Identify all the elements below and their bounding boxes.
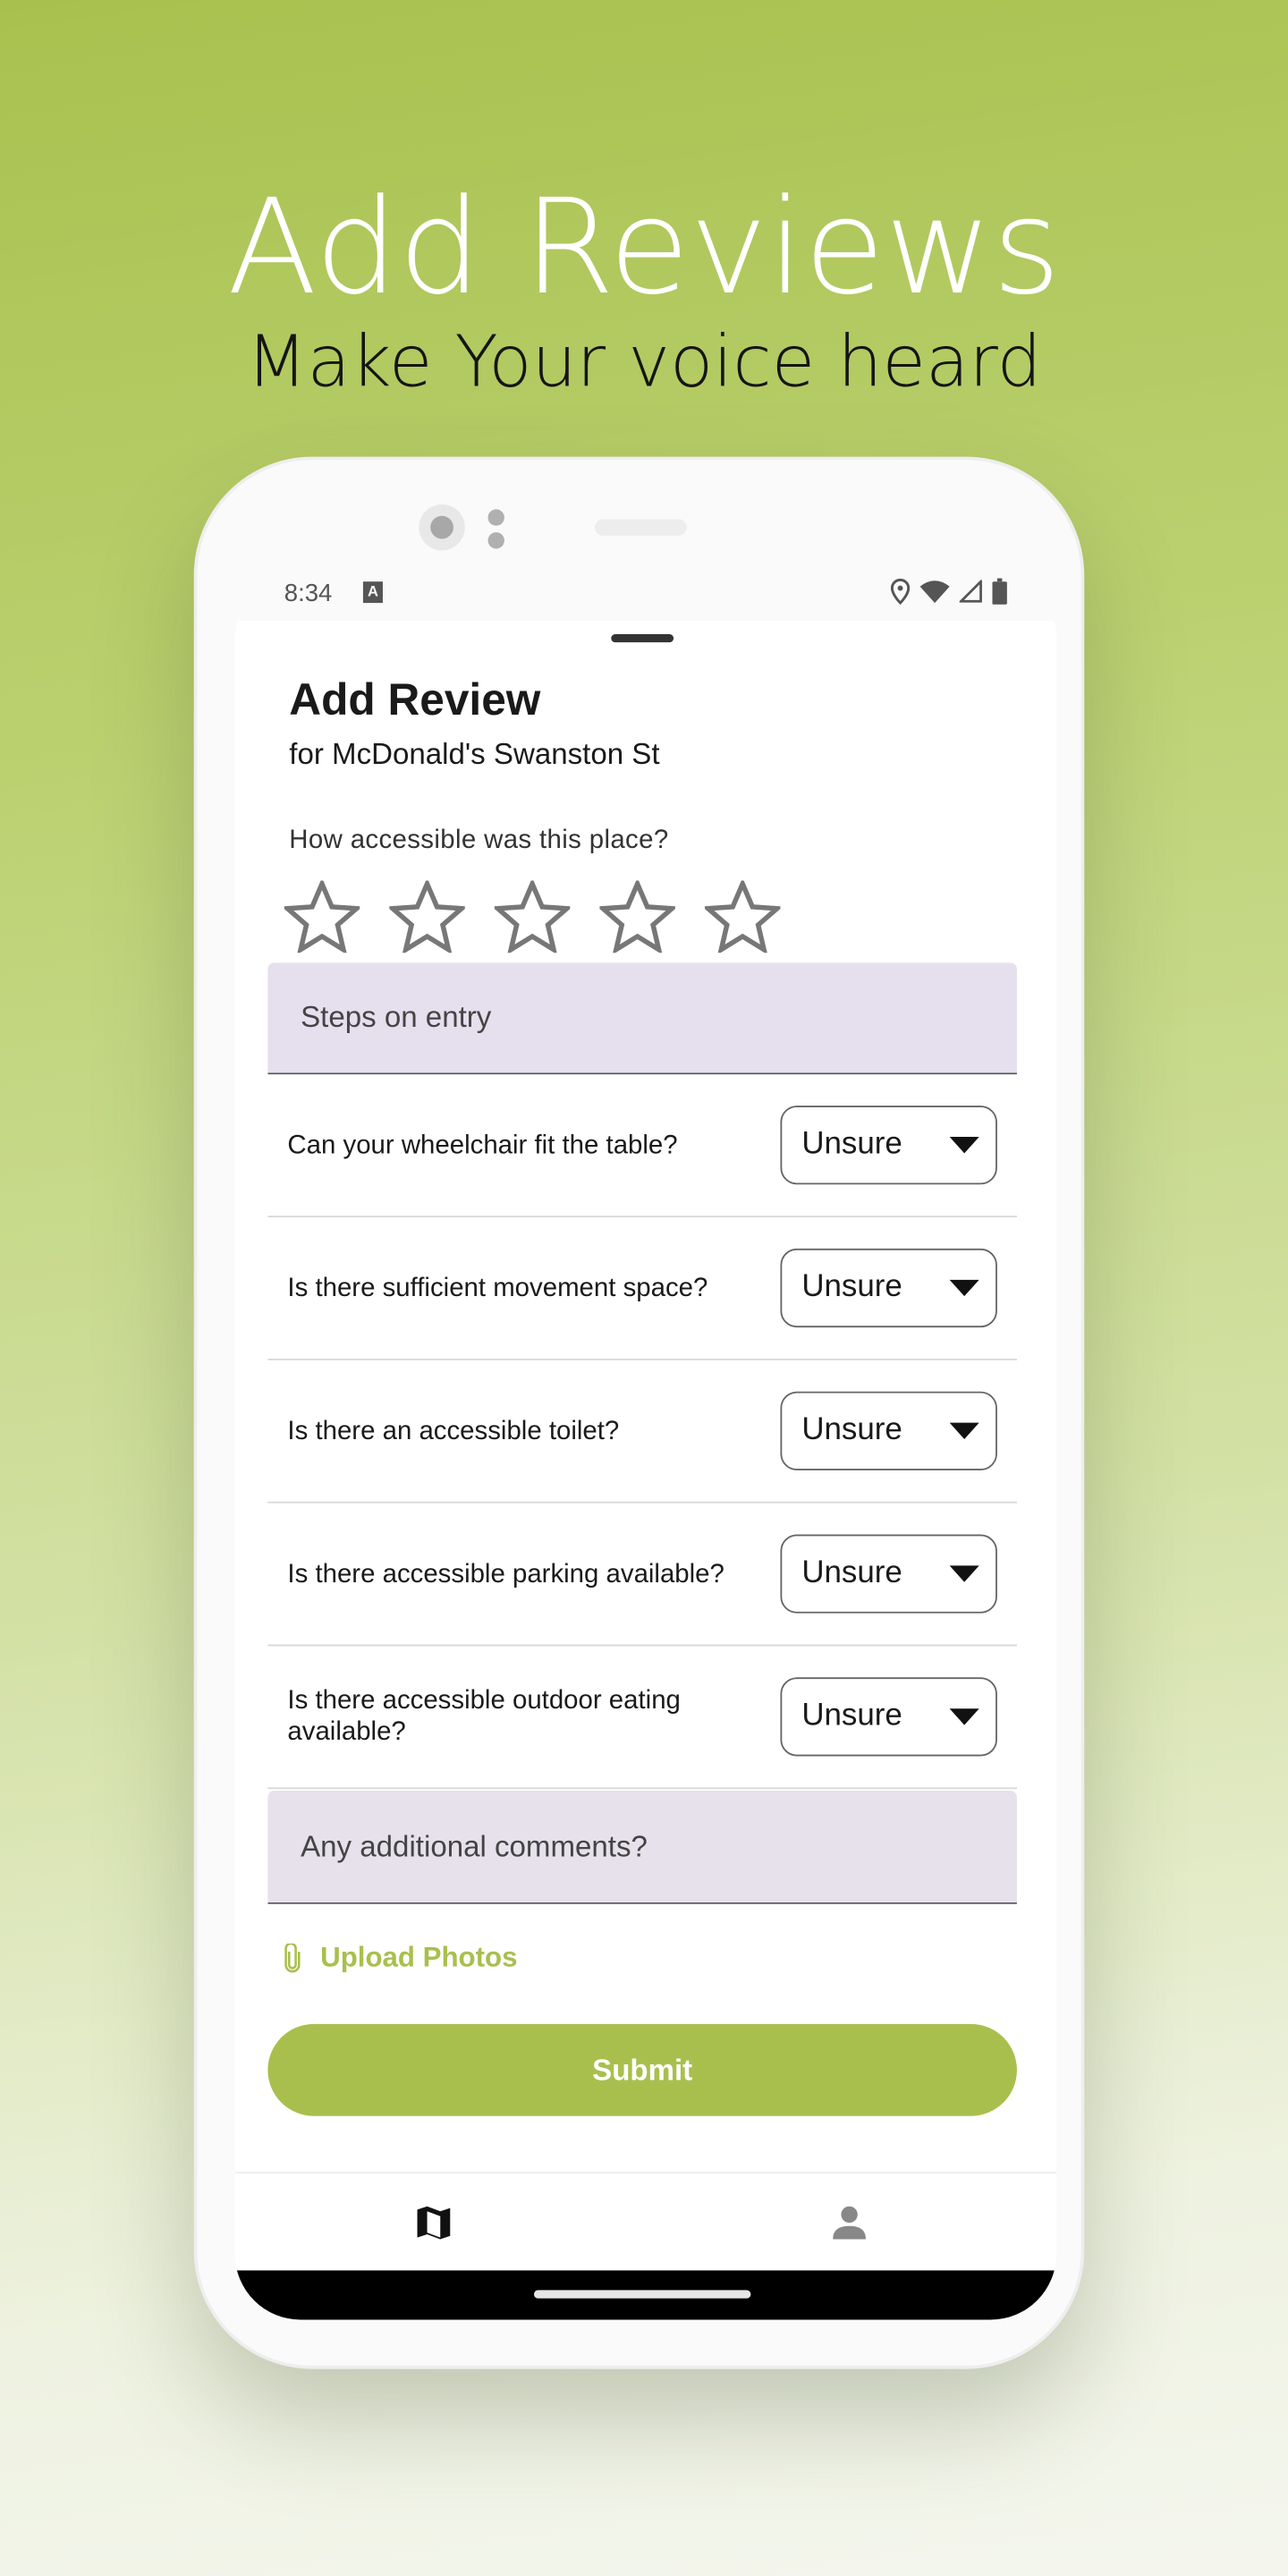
dropdown-arrow-icon: [949, 1708, 979, 1725]
nav-divider: [234, 2172, 1057, 2174]
upload-photos-button[interactable]: Upload Photos: [284, 1942, 518, 1975]
question-label: Can your wheelchair fit the table?: [287, 1131, 678, 1159]
map-icon: [417, 2206, 451, 2240]
dropdown-arrow-icon: [949, 1279, 979, 1297]
star-icon[interactable]: [494, 880, 571, 953]
question-label: Is there sufficient movement space?: [287, 1274, 708, 1302]
dropdown-arrow-icon: [949, 1565, 979, 1582]
question-row: Is there accessible outdoor eating avail…: [267, 1646, 1017, 1790]
hero-title: Add Reviews: [226, 171, 1061, 324]
question-label: Is there an accessible toilet?: [287, 1417, 620, 1445]
dropdown-arrow-icon: [949, 1137, 979, 1154]
paperclip-icon: [284, 1943, 301, 1973]
dropdown-value: Unsure: [801, 1699, 902, 1733]
steps-placeholder: Steps on entry: [301, 1000, 492, 1034]
dropdown-value: Unsure: [801, 1127, 902, 1162]
gesture-bar: [234, 2270, 1057, 2320]
upload-photos-label: Upload Photos: [320, 1942, 518, 1973]
steps-on-entry-input[interactable]: Steps on entry: [267, 962, 1017, 1075]
nav-profile-tab[interactable]: [817, 2199, 882, 2248]
answer-dropdown[interactable]: Unsure: [780, 1677, 997, 1757]
place-subtitle: for McDonald's Swanston St: [289, 737, 660, 771]
camera-icon: [419, 504, 465, 551]
submit-button[interactable]: Submit: [267, 2023, 1017, 2116]
accessibility-a-icon: A: [362, 581, 383, 604]
speaker-grille: [594, 519, 687, 536]
location-icon: [890, 578, 911, 605]
star-icon[interactable]: [599, 880, 675, 953]
hero-subtitle: Make Your voice heard: [246, 322, 1042, 404]
comments-input[interactable]: Any additional comments?: [267, 1791, 1017, 1904]
answer-dropdown[interactable]: Unsure: [780, 1248, 997, 1328]
sensor-icon: [487, 532, 504, 549]
comments-placeholder: Any additional comments?: [301, 1829, 648, 1862]
dropdown-value: Unsure: [801, 1269, 902, 1305]
star-icon[interactable]: [389, 880, 465, 953]
phone-screen: 8:34 A Add Review for McDonald's Swansto…: [234, 572, 1057, 2320]
nav-map-tab[interactable]: [401, 2199, 466, 2248]
answer-dropdown[interactable]: Unsure: [780, 1391, 997, 1470]
star-rating: [284, 880, 781, 953]
answer-dropdown[interactable]: Unsure: [780, 1534, 997, 1614]
sensor-icon: [487, 509, 504, 526]
question-row: Can your wheelchair fit the table? Unsur…: [267, 1074, 1017, 1218]
wifi-icon: [919, 580, 950, 604]
status-bar: 8:34 A: [234, 572, 1057, 622]
promo-canvas: Add Reviews Make Your voice heard 8:34 A…: [0, 0, 1288, 2576]
answer-dropdown[interactable]: Unsure: [780, 1106, 997, 1185]
status-time: 8:34: [284, 580, 333, 608]
home-indicator[interactable]: [533, 2290, 751, 2299]
sheet-drag-handle[interactable]: [611, 633, 674, 643]
star-icon[interactable]: [284, 880, 360, 953]
question-row: Is there sufficient movement space? Unsu…: [267, 1217, 1017, 1360]
question-label: Is there accessible outdoor eating avail…: [287, 1687, 681, 1747]
star-icon[interactable]: [704, 880, 781, 953]
signal-icon: [959, 580, 982, 603]
page-title: Add Review: [289, 674, 541, 725]
rating-question: How accessible was this place?: [289, 826, 669, 855]
question-label: Is there accessible parking available?: [287, 1559, 724, 1589]
dropdown-value: Unsure: [801, 1412, 902, 1448]
question-row: Is there accessible parking available? U…: [267, 1504, 1017, 1647]
dropdown-value: Unsure: [801, 1555, 902, 1590]
battery-icon: [992, 578, 1007, 605]
dropdown-arrow-icon: [949, 1422, 979, 1439]
question-row: Is there an accessible toilet? Unsure: [267, 1360, 1017, 1504]
person-icon: [833, 2206, 866, 2240]
